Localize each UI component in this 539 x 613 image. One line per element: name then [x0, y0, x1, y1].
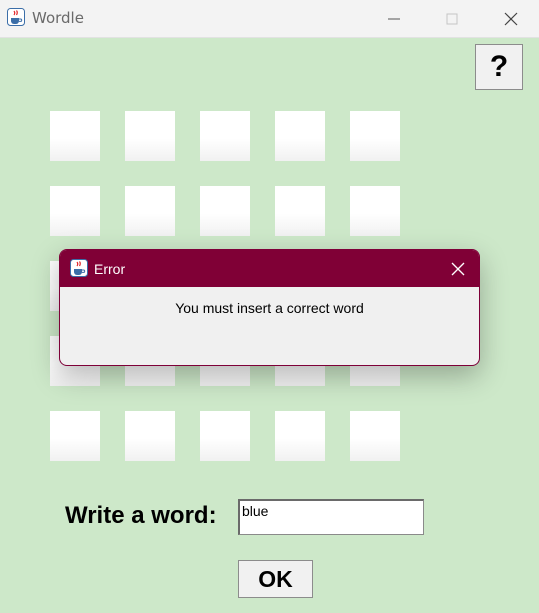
wordle-window: Wordle ? Write a word: blue OK Error You… [0, 0, 539, 613]
letter-tile [50, 411, 100, 461]
letter-tile [200, 411, 250, 461]
error-dialog: Error You must insert a correct word [59, 249, 480, 366]
close-button[interactable] [488, 0, 534, 37]
letter-tile [200, 186, 250, 236]
letter-tile [125, 411, 175, 461]
error-dialog-title-bar: Error [60, 250, 479, 287]
error-dialog-title: Error [94, 261, 126, 277]
maximize-icon [446, 13, 458, 24]
minimize-button[interactable] [371, 0, 417, 37]
ok-button[interactable]: OK [238, 560, 313, 598]
letter-tile [200, 111, 250, 161]
help-button[interactable]: ? [475, 44, 523, 90]
letter-tile [50, 186, 100, 236]
letter-tile [50, 111, 100, 161]
letter-tile [275, 411, 325, 461]
word-input[interactable]: blue [238, 499, 424, 535]
minimize-icon [388, 18, 400, 19]
letter-tile [350, 111, 400, 161]
title-bar: Wordle [0, 0, 539, 38]
letter-tile [350, 411, 400, 461]
letter-tile [125, 186, 175, 236]
close-icon [451, 262, 465, 276]
error-dialog-close-button[interactable] [445, 256, 471, 282]
letter-tile [275, 186, 325, 236]
window-title: Wordle [32, 9, 84, 27]
close-icon [504, 12, 518, 25]
maximize-button[interactable] [429, 0, 475, 37]
word-input-label: Write a word: [65, 502, 217, 529]
letter-tile [275, 111, 325, 161]
java-cup-icon [7, 8, 25, 26]
letter-tile [125, 111, 175, 161]
letter-tile [350, 186, 400, 236]
error-message: You must insert a correct word [175, 300, 364, 316]
java-cup-icon [70, 259, 88, 277]
